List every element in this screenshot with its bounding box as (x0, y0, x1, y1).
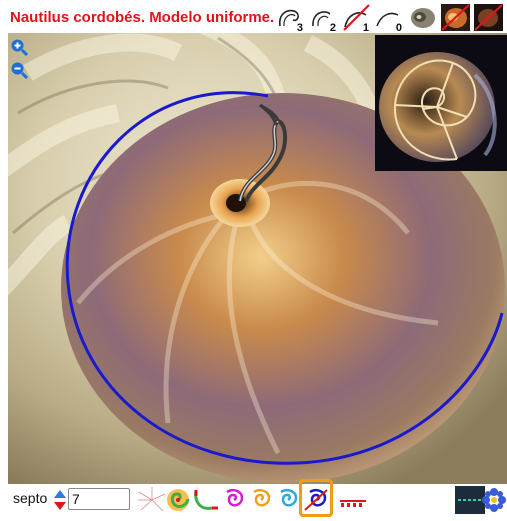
bottom-tool-row (0, 486, 507, 514)
draw-0-icon[interactable]: 0 (373, 2, 406, 34)
shell-photo-icon[interactable] (406, 2, 439, 33)
red-dashed-line-icon[interactable] (338, 486, 368, 514)
hide-photo-icon[interactable] (472, 2, 505, 33)
selected-tool-highlight (299, 479, 333, 517)
cyan-spiral-icon[interactable] (272, 486, 302, 514)
nautilus-cross-section-image (375, 35, 507, 171)
draw-2-icon[interactable]: 2 (307, 2, 340, 34)
hide-shell-icon[interactable] (439, 2, 472, 33)
orange-spiral-icon[interactable] (245, 486, 275, 514)
magenta-spiral-icon[interactable] (218, 486, 248, 514)
zoom-out-icon[interactable] (10, 61, 28, 79)
draw-1-icon[interactable]: 1 (340, 2, 373, 34)
blue-flower-icon[interactable] (481, 486, 507, 514)
draw-3-icon[interactable]: 3 (274, 2, 307, 34)
page-title: Nautilus cordobés. Modelo uniforme. (10, 9, 275, 26)
zoom-in-icon[interactable] (10, 38, 28, 56)
colored-spiral-icon[interactable] (163, 486, 193, 514)
green-red-curve-icon[interactable] (190, 486, 220, 514)
top-toolbar: Nautilus cordobés. Modelo uniforme. 3 2 … (0, 0, 507, 34)
tool-row: 3 2 1 0 (274, 2, 505, 34)
